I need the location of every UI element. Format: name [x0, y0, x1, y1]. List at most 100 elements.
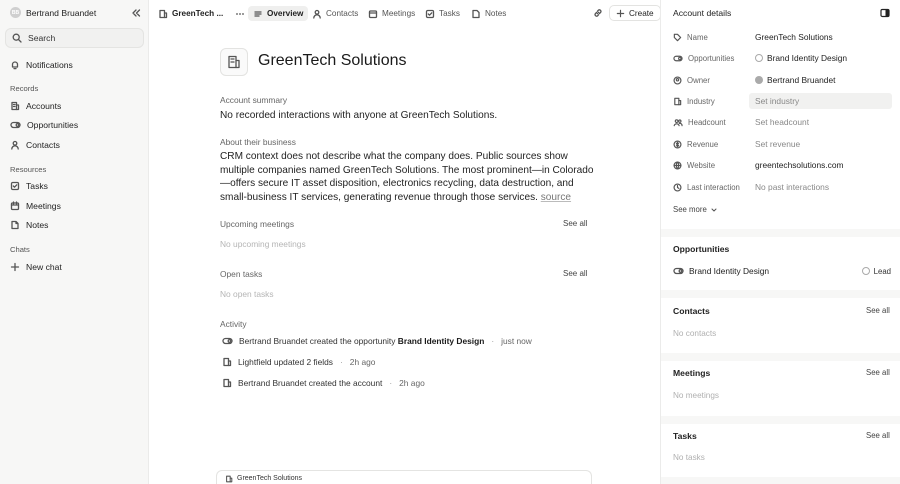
see-more-label: See more: [673, 205, 707, 214]
tab-contacts[interactable]: Contacts: [307, 6, 363, 21]
user-circle-icon: [673, 75, 682, 85]
tab-label: Overview: [267, 9, 304, 18]
toggle-icon: [222, 336, 233, 346]
field-label: Owner: [687, 75, 710, 85]
divider: [661, 229, 900, 237]
user-menu[interactable]: BB Bertrand Bruandet: [10, 7, 96, 18]
account-summary-text: No recorded interactions with anyone at …: [220, 110, 498, 121]
status-circle-icon: [755, 54, 763, 62]
records-section-label: Records: [10, 84, 39, 93]
field-value: Bertrand Bruandet: [767, 75, 836, 85]
sidebar-item-tasks[interactable]: Tasks: [10, 179, 48, 193]
list-icon: [253, 9, 263, 19]
sidebar-item-contacts[interactable]: Contacts: [10, 138, 60, 152]
account-summary-heading: Account summary: [220, 95, 288, 105]
building-icon: [673, 97, 682, 106]
record-title-tab[interactable]: GreenTech ...: [153, 6, 228, 21]
sidebar: BB Bertrand Bruandet Search Notification…: [0, 0, 149, 484]
panel-toggle-icon[interactable]: [880, 8, 890, 18]
tab-label: Tasks: [439, 9, 460, 18]
separator-dot: ·: [340, 357, 343, 367]
about-business-text: CRM context does not describe what the c…: [220, 150, 600, 204]
sidebar-item-label: Contacts: [26, 140, 60, 150]
building-icon: [222, 378, 232, 388]
tab-meetings[interactable]: Meetings: [363, 6, 420, 21]
field-website[interactable]: Website greentechsolutions.com: [673, 157, 895, 173]
activity-item: Bertrand Bruandet created the account · …: [222, 378, 425, 388]
contacts-see-all[interactable]: See all: [866, 306, 890, 315]
stage-circle-icon: [861, 267, 870, 275]
checkbox-icon: [425, 9, 435, 19]
field-value: GreenTech Solutions: [755, 32, 833, 42]
tasks-empty: No tasks: [673, 453, 705, 462]
tab-overview[interactable]: Overview: [248, 6, 309, 21]
divider: [661, 353, 900, 361]
building-icon: [222, 357, 232, 367]
sidebar-item-meetings[interactable]: Meetings: [10, 199, 61, 213]
field-label: Name: [687, 32, 708, 42]
open-tasks-see-all[interactable]: See all: [563, 269, 587, 278]
search-button[interactable]: Search: [5, 28, 144, 48]
see-more-button[interactable]: See more: [673, 205, 718, 214]
account-overview: GreenTech Solutions Account summary No r…: [150, 26, 660, 484]
field-headcount[interactable]: Headcount Set headcount: [673, 114, 895, 130]
toggle-icon: [10, 120, 21, 130]
field-value: Set revenue: [755, 139, 801, 149]
record-title: GreenTech ...: [172, 9, 224, 18]
field-industry[interactable]: Industry Set industry: [673, 93, 895, 109]
collapse-sidebar-icon[interactable]: [131, 8, 141, 18]
record-tabs-bar: GreenTech ... Overview Contacts Meetings…: [150, 0, 660, 26]
sidebar-item-label: Notifications: [26, 60, 73, 70]
meetings-see-all[interactable]: See all: [866, 368, 890, 377]
tasks-see-all[interactable]: See all: [866, 431, 890, 440]
activity-time: 2h ago: [349, 357, 376, 367]
link-icon[interactable]: [593, 8, 603, 18]
upcoming-meetings-see-all[interactable]: See all: [563, 219, 587, 228]
activity-item: Bertrand Bruandet created the opportunit…: [222, 336, 532, 346]
upcoming-meetings-empty: No upcoming meetings: [220, 239, 306, 249]
sidebar-item-label: Opportunities: [27, 120, 79, 130]
tab-tasks[interactable]: Tasks: [420, 6, 465, 21]
plus-icon: [10, 262, 20, 272]
open-tasks-empty: No open tasks: [220, 289, 274, 299]
sidebar-item-opportunities[interactable]: Opportunities: [10, 118, 78, 132]
sidebar-item-notes[interactable]: Notes: [10, 218, 48, 232]
field-value: Brand Identity Design: [767, 53, 848, 63]
tab-label: Meetings: [382, 9, 416, 18]
source-link[interactable]: source: [541, 192, 571, 203]
company-logo: [220, 48, 248, 76]
more-options-button[interactable]: [230, 6, 250, 21]
open-tasks-heading: Open tasks: [220, 269, 263, 279]
tab-notes[interactable]: Notes: [466, 6, 511, 21]
sidebar-item-label: Tasks: [26, 181, 48, 191]
avatar: [755, 76, 763, 84]
field-revenue[interactable]: Revenue Set revenue: [673, 136, 895, 152]
separator-dot: ·: [491, 336, 495, 346]
tasks-heading: Tasks: [673, 431, 697, 441]
new-chat-button[interactable]: New chat: [10, 260, 62, 274]
field-opportunities[interactable]: Opportunities Brand Identity Design: [673, 50, 895, 66]
toggle-icon: [673, 54, 683, 63]
field-owner[interactable]: Owner Bertrand Bruandet: [673, 72, 895, 88]
field-label: Revenue: [687, 139, 719, 149]
toggle-icon: [673, 266, 684, 276]
opportunity-item[interactable]: Brand Identity Design Lead: [673, 266, 891, 276]
sidebar-item-accounts[interactable]: Accounts: [10, 99, 61, 113]
create-button[interactable]: Create: [609, 5, 661, 21]
panel-title: Account details: [673, 8, 732, 18]
separator-dot: ·: [389, 378, 393, 388]
divider: [661, 290, 900, 298]
field-label: Headcount: [688, 117, 726, 127]
field-name[interactable]: Name GreenTech Solutions: [673, 29, 895, 45]
chevron-down-icon: [710, 206, 718, 214]
chat-context-bar[interactable]: GreenTech Solutions: [216, 470, 592, 484]
contacts-empty: No contacts: [673, 329, 717, 338]
field-value: Set industry: [749, 93, 892, 109]
activity-opportunity-link[interactable]: Brand Identity Design: [398, 336, 485, 346]
clock-icon: [673, 182, 682, 192]
field-last-interaction[interactable]: Last interaction No past interactions: [673, 179, 895, 195]
field-value: No past interactions: [755, 182, 830, 192]
people-icon: [673, 118, 683, 127]
sidebar-item-notifications[interactable]: Notifications: [10, 58, 73, 72]
activity-item: Lightfield updated 2 fields · 2h ago: [222, 357, 375, 367]
